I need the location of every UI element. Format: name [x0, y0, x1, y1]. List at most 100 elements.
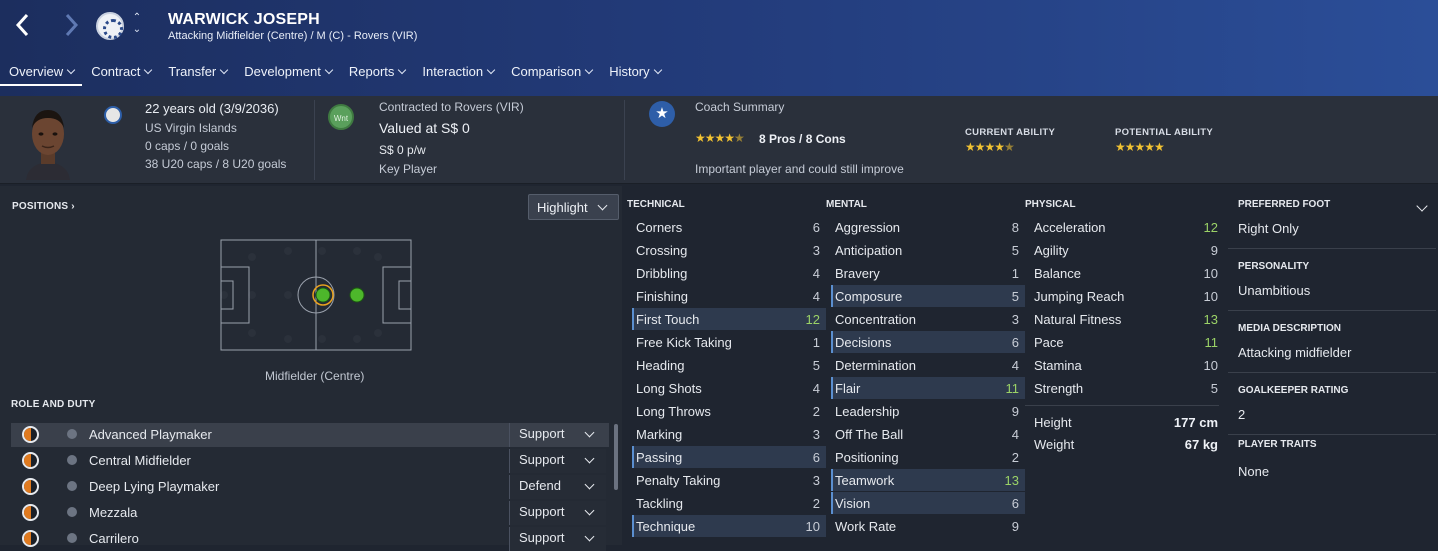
attribute-row[interactable]: Free Kick Taking 1	[632, 331, 826, 353]
attribute-value: 4	[812, 266, 820, 281]
attribute-row[interactable]: Decisions 6	[831, 331, 1025, 353]
pros-cons[interactable]: 8 Pros / 8 Cons	[759, 132, 846, 146]
attribute-value: 4	[812, 381, 820, 396]
attribute-row[interactable]: Agility 9	[1030, 239, 1224, 261]
attribute-name: Balance	[1034, 266, 1081, 281]
duty-value: Support	[519, 504, 565, 519]
attribute-value: 12	[805, 312, 820, 327]
attribute-name: Teamwork	[835, 473, 895, 488]
attribute-name: Stamina	[1034, 358, 1082, 373]
role-row[interactable]: Advanced Playmaker Support	[11, 423, 609, 447]
tab-reports[interactable]: Reports	[340, 62, 414, 86]
tab-contract[interactable]: Contract	[82, 62, 159, 86]
senior-caps: 0 caps / 0 goals	[145, 139, 230, 153]
info-icon[interactable]	[67, 455, 77, 465]
collapse-chevron-icon[interactable]	[1416, 200, 1428, 212]
attribute-row[interactable]: Long Shots 4	[632, 377, 826, 399]
forward-icon[interactable]	[58, 10, 84, 40]
attribute-row[interactable]: Work Rate 9	[831, 515, 1025, 537]
chevron-down-icon	[584, 65, 594, 75]
info-icon[interactable]	[67, 481, 77, 491]
attribute-row[interactable]: Jumping Reach 10	[1030, 285, 1224, 307]
attribute-row[interactable]: Determination 4	[831, 354, 1025, 376]
tab-interaction[interactable]: Interaction	[413, 62, 502, 86]
attribute-row[interactable]: Corners 6	[632, 216, 826, 238]
attribute-row[interactable]: Crossing 3	[632, 239, 826, 261]
role-list-scrollbar[interactable]	[614, 424, 618, 490]
potential-ability-stars: ★★★★★	[1115, 140, 1165, 154]
attribute-row[interactable]: Vision 6	[831, 492, 1025, 514]
duty-dropdown[interactable]: Support	[509, 449, 606, 473]
role-suitability-icon	[22, 426, 39, 443]
attribute-name: Dribbling	[636, 266, 688, 281]
attribute-row[interactable]: Flair 11	[831, 377, 1025, 399]
role-row[interactable]: Mezzala Support	[11, 501, 609, 525]
attribute-row[interactable]: Stamina 10	[1030, 354, 1224, 376]
attribute-name: Free Kick Taking	[636, 335, 732, 350]
attribute-row[interactable]: Long Throws 2	[632, 400, 826, 422]
positions-title[interactable]: POSITIONS ›	[12, 201, 75, 212]
role-row[interactable]: Deep Lying Playmaker Defend	[11, 475, 609, 499]
attribute-row[interactable]: Off The Ball 4	[831, 423, 1025, 445]
duty-dropdown[interactable]: Support	[509, 527, 606, 551]
tab-history[interactable]: History	[600, 62, 668, 86]
attribute-name: Concentration	[835, 312, 916, 327]
attribute-row[interactable]: Natural Fitness 13	[1030, 308, 1224, 330]
tab-transfer[interactable]: Transfer	[159, 62, 235, 86]
attribute-row[interactable]: Balance 10	[1030, 262, 1224, 284]
attribute-row[interactable]: Penalty Taking 3	[632, 469, 826, 491]
club-crest-icon[interactable]	[96, 12, 124, 40]
duty-dropdown[interactable]: Defend	[509, 475, 606, 499]
info-icon[interactable]	[67, 507, 77, 517]
info-icon[interactable]	[67, 429, 77, 439]
tab-development[interactable]: Development	[235, 62, 340, 86]
attribute-name: Bravery	[835, 266, 880, 281]
attribute-name: Natural Fitness	[1034, 312, 1122, 327]
attribute-row[interactable]: Teamwork 13	[831, 469, 1025, 491]
attribute-row[interactable]: Tackling 2	[632, 492, 826, 514]
attribute-row[interactable]: Concentration 3	[831, 308, 1025, 330]
attribute-row[interactable]: Aggression 8	[831, 216, 1025, 238]
wanted-badge[interactable]: Wnt	[328, 104, 354, 130]
attribute-row[interactable]: Pace 11	[1030, 331, 1224, 353]
attribute-row[interactable]: Positioning 2	[831, 446, 1025, 468]
attribute-row[interactable]: First Touch 12	[632, 308, 826, 330]
attribute-row[interactable]: Composure 5	[831, 285, 1025, 307]
player-nationality[interactable]: US Virgin Islands	[145, 121, 237, 135]
tab-label: Transfer	[168, 64, 217, 79]
attribute-row[interactable]: Leadership 9	[831, 400, 1025, 422]
role-row[interactable]: Central Midfielder Support	[11, 449, 609, 473]
attribute-row[interactable]: Marking 3	[632, 423, 826, 445]
tab-comparison[interactable]: Comparison	[502, 62, 600, 86]
attribute-name: Flair	[835, 381, 861, 396]
attribute-row[interactable]: Finishing 4	[632, 285, 826, 307]
nation-flag-icon[interactable]	[104, 106, 122, 124]
info-icon[interactable]	[67, 533, 77, 543]
highlight-dropdown[interactable]: Highlight	[528, 194, 619, 220]
back-icon[interactable]	[10, 10, 36, 40]
goalkeeper-rating: 2	[1238, 407, 1246, 422]
attribute-row[interactable]: Heading 5	[632, 354, 826, 376]
attribute-row[interactable]: Bravery 1	[831, 262, 1025, 284]
attribute-name: Vision	[835, 496, 871, 511]
height-row: Height 177 cm	[1034, 415, 1218, 430]
position-pitch	[218, 237, 414, 353]
attribute-value: 6	[812, 450, 820, 465]
attribute-name: Tackling	[636, 496, 683, 511]
tab-overview[interactable]: Overview	[0, 62, 83, 86]
player-switch-icon[interactable]: ⌃ ⌄	[131, 12, 143, 38]
attribute-row[interactable]: Acceleration 12	[1030, 216, 1224, 238]
duty-dropdown[interactable]: Support	[509, 501, 606, 525]
duty-dropdown[interactable]: Support	[509, 423, 606, 447]
role-row[interactable]: Carrilero Support	[11, 527, 609, 551]
attribute-row[interactable]: Strength 5	[1030, 377, 1224, 399]
contract-club[interactable]: Contracted to Rovers (VIR)	[379, 100, 524, 114]
attribute-row[interactable]: Technique 10	[632, 515, 826, 537]
attribute-row[interactable]: Passing 6	[632, 446, 826, 468]
attribute-row[interactable]: Anticipation 5	[831, 239, 1025, 261]
attribute-value: 5	[812, 358, 820, 373]
attribute-value: 2	[1011, 450, 1019, 465]
player-age: 22 years old (3/9/2036)	[145, 101, 279, 116]
attribute-row[interactable]: Dribbling 4	[632, 262, 826, 284]
attribute-name: Penalty Taking	[636, 473, 721, 488]
